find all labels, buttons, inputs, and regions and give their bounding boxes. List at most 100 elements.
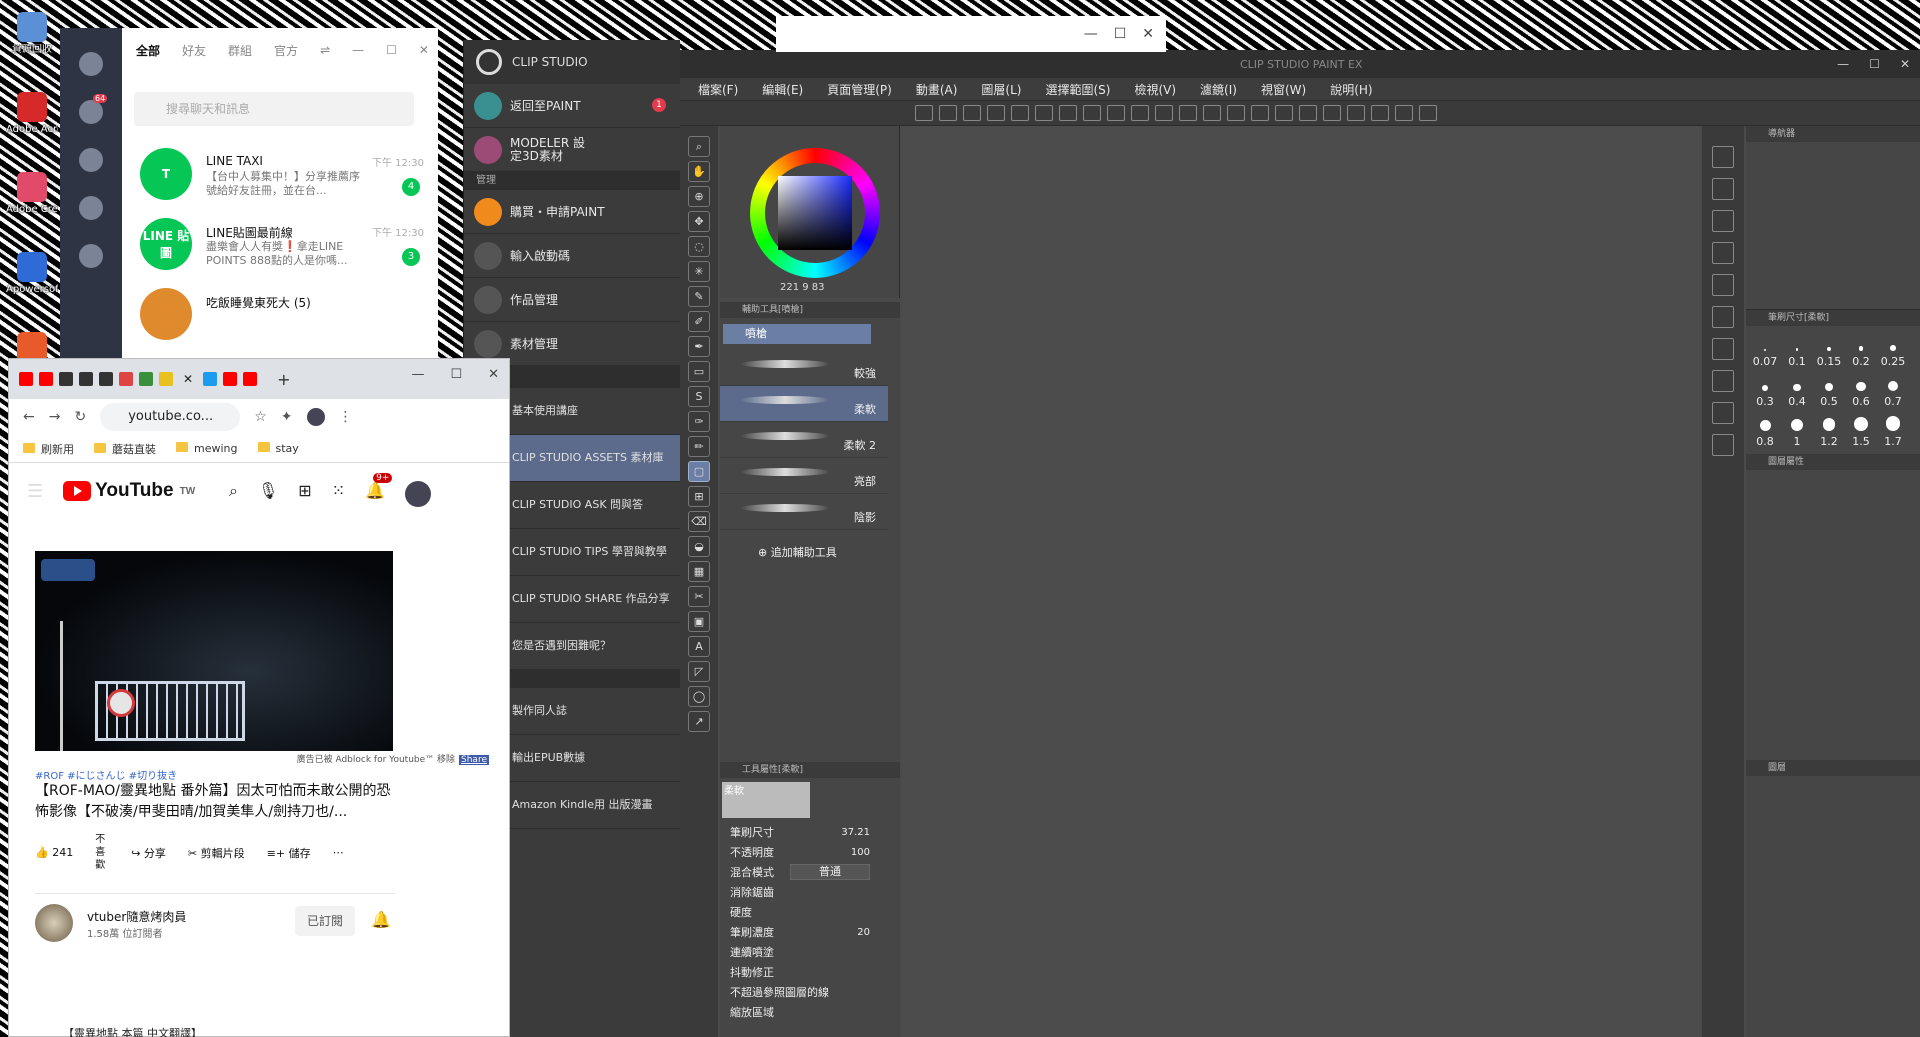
launcher-item-activation[interactable]: 輸入啟動碼	[464, 234, 680, 278]
like-button[interactable]: 👍 241	[35, 846, 73, 859]
extensions-icon[interactable]: ✦	[281, 409, 293, 425]
youtube-tab-icon[interactable]	[243, 372, 258, 386]
brush-size-option[interactable]: 0.1	[1782, 332, 1812, 368]
tool-property-row[interactable]: 硬度	[720, 902, 900, 922]
menu-item[interactable]: 頁面管理(P)	[827, 81, 892, 98]
brush-size-option[interactable]: 1	[1782, 412, 1812, 448]
command-bar-icon[interactable]	[1371, 105, 1389, 121]
tool-icon[interactable]: ▢	[688, 461, 710, 482]
command-bar-icon[interactable]	[1275, 105, 1293, 121]
tool-icon[interactable]: ✎	[688, 286, 710, 307]
tool-icon[interactable]: ◌	[688, 236, 710, 257]
bell-icon[interactable]: 🔔	[371, 910, 391, 929]
command-bar-icon[interactable]	[1203, 105, 1221, 121]
brush-size-option[interactable]: 1.7	[1878, 412, 1908, 448]
address-bar[interactable]: youtube.co...	[100, 403, 241, 431]
brush-size-option[interactable]: 0.8	[1750, 412, 1780, 448]
menu-item[interactable]: 視窗(W)	[1261, 81, 1306, 98]
tool-icon[interactable]: ▣	[688, 611, 710, 632]
chat-list-item[interactable]: T LINE TAXI 【台中人募集中！】分享推薦序號給好友註冊，並在台... 下午 …	[134, 140, 424, 206]
tab-icon[interactable]	[159, 372, 173, 386]
filter-icon[interactable]: ⇌	[320, 43, 330, 57]
tool-icon[interactable]: ◸	[688, 661, 710, 682]
menu-item[interactable]: 圖層(L)	[981, 81, 1021, 98]
tool-icon[interactable]: ⌕	[688, 136, 710, 157]
tool-icon[interactable]: ▦	[688, 561, 710, 582]
desktop-icon[interactable]: 資源回收	[6, 8, 58, 84]
brush-size-option[interactable]: 0.3	[1750, 372, 1780, 408]
panel-toggle-icon[interactable]	[1712, 434, 1734, 456]
maximize-icon[interactable]: ☐	[386, 43, 397, 57]
brush-item[interactable]: 柔軟 2	[720, 422, 888, 458]
tab-close-icon[interactable]: ✕	[183, 372, 193, 386]
brush-size-option[interactable]: 0.15	[1814, 332, 1844, 368]
brush-size-option[interactable]: 0.25	[1878, 332, 1908, 368]
minimize-icon[interactable]: —	[411, 367, 424, 382]
panel-toggle-icon[interactable]	[1712, 338, 1734, 360]
minimize-icon[interactable]: —	[1837, 57, 1849, 71]
desktop-icon[interactable]: Adobe Creati...	[6, 168, 58, 244]
youtube-tab-icon[interactable]	[223, 372, 238, 386]
brush-item[interactable]: 較強	[720, 350, 888, 386]
tool-icon[interactable]: ▭	[688, 361, 710, 382]
brush-size-option[interactable]: 0.6	[1846, 372, 1876, 408]
tool-property-row[interactable]: 連續噴塗	[720, 942, 900, 962]
panel-toggle-icon[interactable]	[1712, 146, 1734, 168]
profile-icon[interactable]	[79, 52, 103, 76]
command-bar-icon[interactable]	[963, 105, 981, 121]
menu-item[interactable]: 檔案(F)	[698, 81, 738, 98]
tool-icon[interactable]: ↗	[688, 711, 710, 732]
video-tags[interactable]: #ROF #にじさんじ #切り抜き	[35, 767, 177, 782]
bookmark-item[interactable]: mewing	[176, 442, 238, 455]
command-bar-icon[interactable]	[1035, 105, 1053, 121]
tool-property-row[interactable]: 筆刷濃度 20	[720, 922, 900, 942]
tool-property-row[interactable]: 混合模式 普通	[720, 862, 900, 882]
chat-list-item[interactable]: 吃飯睡覺東死大 (5)	[134, 280, 424, 346]
command-bar-icon[interactable]	[1395, 105, 1413, 121]
brush-size-option[interactable]: 0.4	[1782, 372, 1812, 408]
brush-item[interactable]: 柔軟	[720, 386, 888, 422]
minimize-icon[interactable]: —	[352, 43, 364, 57]
menu-item[interactable]: 選擇範圍(S)	[1045, 81, 1110, 98]
saturation-value-square[interactable]	[778, 176, 852, 250]
menu-item[interactable]: 說明(H)	[1330, 81, 1372, 98]
tab-icon[interactable]	[79, 372, 93, 386]
close-icon[interactable]: ✕	[488, 367, 499, 382]
forward-icon[interactable]: →	[49, 409, 61, 425]
panel-toggle-icon[interactable]	[1712, 242, 1734, 264]
tool-icon[interactable]: S	[688, 386, 710, 407]
maximize-icon[interactable]: ☐	[1114, 26, 1127, 42]
keep-icon[interactable]	[79, 244, 103, 268]
channel-avatar[interactable]	[35, 904, 73, 942]
command-bar-icon[interactable]	[1155, 105, 1173, 121]
close-icon[interactable]: ✕	[419, 43, 429, 57]
panel-toggle-icon[interactable]	[1712, 402, 1734, 424]
tool-icon[interactable]: ✐	[688, 311, 710, 332]
close-icon[interactable]: ✕	[1900, 57, 1910, 71]
panel-toggle-icon[interactable]	[1712, 178, 1734, 200]
chat-icon[interactable]: 64	[79, 94, 108, 124]
desktop-icon[interactable]: Adobe Acrobat D	[6, 88, 58, 164]
line-tab[interactable]: 好友	[182, 42, 206, 59]
tool-property-row[interactable]: 抖動修正	[720, 962, 900, 982]
bookmark-star-icon[interactable]: ☆	[254, 409, 267, 425]
menu-item[interactable]: 檢視(V)	[1134, 81, 1176, 98]
brush-size-option[interactable]: 0.5	[1814, 372, 1844, 408]
command-bar-icon[interactable]	[1299, 105, 1317, 121]
share-button[interactable]: ↪ 分享	[131, 845, 166, 861]
youtube-tab-icon[interactable]	[19, 372, 33, 386]
command-bar-icon[interactable]	[1059, 105, 1077, 121]
share-link[interactable]: Share	[459, 755, 489, 765]
command-bar-icon[interactable]	[1131, 105, 1149, 121]
menu-item[interactable]: 編輯(E)	[762, 81, 803, 98]
command-bar-icon[interactable]	[915, 105, 933, 121]
property-value[interactable]: 普通	[790, 864, 870, 880]
line-search-input[interactable]: 搜尋聊天和訊息	[134, 92, 414, 126]
launcher-item-purchase[interactable]: 購買・申請PAINT	[464, 190, 680, 234]
timeline-icon[interactable]	[79, 196, 103, 220]
tool-icon[interactable]: ✑	[688, 411, 710, 432]
save-button[interactable]: ≡+ 儲存	[267, 845, 311, 861]
bookmark-item[interactable]: 蘑菇直裝	[94, 441, 156, 457]
tool-property-row[interactable]: 消除鋸齒	[720, 882, 900, 902]
brush-item[interactable]: 陰影	[720, 494, 888, 530]
